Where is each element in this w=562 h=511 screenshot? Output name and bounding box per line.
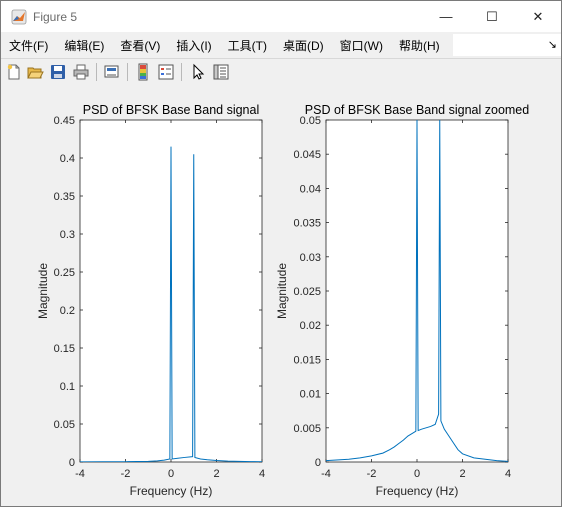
link-plot-icon[interactable] bbox=[103, 63, 121, 81]
figure-canvas: -4 -2 0 2 4 0 0.05 0.1 0.15 0.2 0.25 0.3 0.35 0.4 0.45… bbox=[1, 86, 561, 506]
plot1-y-tick-label: 0 bbox=[69, 457, 75, 469]
plot1-x-tick-label: -2 bbox=[121, 468, 131, 480]
plot2-y-tick-label: 0.035 bbox=[293, 218, 321, 230]
menu-desktop[interactable]: 桌面(D) bbox=[275, 37, 332, 54]
menu-window[interactable]: 窗口(W) bbox=[332, 37, 391, 54]
window-title: Figure 5 bbox=[33, 10, 77, 24]
maximize-icon: ☐ bbox=[486, 9, 498, 25]
matlab-logo-icon bbox=[11, 9, 27, 25]
menu-view[interactable]: 查看(V) bbox=[112, 37, 168, 54]
title-bar[interactable]: Figure 5 — ☐ ✕ bbox=[1, 1, 561, 32]
plot2-x-tick-label: 4 bbox=[505, 468, 511, 480]
figure-window: Figure 5 — ☐ ✕ 文件(F) 编辑(E) 查看(V) 插入(I) 工… bbox=[0, 0, 562, 507]
plot1-y-tick-label: 0.15 bbox=[54, 343, 75, 355]
plot1-x-tick-label: 0 bbox=[168, 468, 174, 480]
plot1-x-tick-label: -4 bbox=[75, 468, 85, 480]
plot1-x-tick-label: 4 bbox=[259, 468, 265, 480]
print-icon[interactable] bbox=[72, 63, 90, 81]
menu-file[interactable]: 文件(F) bbox=[1, 37, 56, 54]
plot2-x-axis-label: Frequency (Hz) bbox=[376, 484, 459, 498]
property-inspector-icon[interactable] bbox=[212, 63, 230, 81]
plot2-y-tick-label: 0.015 bbox=[293, 354, 321, 366]
plot1-title: PSD of BFSK Base Band signal bbox=[83, 103, 259, 117]
figure-toolbar bbox=[1, 58, 561, 87]
menu-help[interactable]: 帮助(H) bbox=[391, 37, 448, 54]
menu-overflow-arrow-icon[interactable]: ↘ bbox=[548, 38, 557, 51]
plot2-y-tick-label: 0.02 bbox=[300, 320, 321, 332]
edit-plot-cursor-icon[interactable] bbox=[189, 63, 207, 81]
toolbar-separator bbox=[127, 63, 128, 81]
menu-tools[interactable]: 工具(T) bbox=[220, 37, 275, 54]
plot2-y-tick-label: 0.04 bbox=[300, 183, 321, 195]
plot1-y-tick-label: 0.1 bbox=[60, 381, 75, 393]
plot2-x-tick-label: 0 bbox=[414, 468, 420, 480]
plot2-y-tick-label: 0.045 bbox=[293, 149, 321, 161]
plot2-y-tick-label: 0.03 bbox=[300, 252, 321, 264]
plots-svg: -4 -2 0 2 4 0 0.05 0.1 0.15 0.2 0.25 0.3 0.35 0.4 0.45… bbox=[1, 86, 561, 506]
new-figure-icon[interactable] bbox=[5, 63, 23, 81]
plot1-x-tick-label: 2 bbox=[213, 468, 219, 480]
minimize-button[interactable]: — bbox=[423, 1, 469, 32]
plot1-y-tick-label: 0.45 bbox=[54, 115, 75, 127]
plot1-y-axis-label: Magnitude bbox=[36, 263, 50, 319]
maximize-button[interactable]: ☐ bbox=[469, 1, 515, 32]
minimize-icon: — bbox=[440, 9, 453, 24]
menu-insert[interactable]: 插入(I) bbox=[168, 37, 219, 54]
plot2-title: PSD of BFSK Base Band signal zoomed bbox=[305, 103, 529, 117]
insert-legend-icon[interactable] bbox=[157, 63, 175, 81]
save-icon[interactable] bbox=[49, 63, 67, 81]
plot2-y-tick-label: 0.005 bbox=[293, 423, 321, 435]
toolbar-separator bbox=[181, 63, 182, 81]
menu-bar: 文件(F) 编辑(E) 查看(V) 插入(I) 工具(T) 桌面(D) 窗口(W… bbox=[1, 32, 561, 58]
plot1-y-tick-label: 0.2 bbox=[60, 305, 75, 317]
plot2-y-axis-label: Magnitude bbox=[275, 263, 289, 319]
plot1-y-tick-label: 0.05 bbox=[54, 419, 75, 431]
menu-edit[interactable]: 编辑(E) bbox=[56, 37, 112, 54]
plot1-y-tick-label: 0.4 bbox=[60, 153, 75, 165]
plot1-x-axis-label: Frequency (Hz) bbox=[130, 484, 213, 498]
plot1-y-tick-label: 0.35 bbox=[54, 191, 75, 203]
open-file-icon[interactable] bbox=[26, 63, 44, 81]
toolbar-separator bbox=[96, 63, 97, 81]
plot1-y-tick-label: 0.25 bbox=[54, 267, 75, 279]
insert-colorbar-icon[interactable] bbox=[134, 63, 152, 81]
close-button[interactable]: ✕ bbox=[515, 1, 561, 32]
close-icon: ✕ bbox=[533, 9, 544, 25]
menu-overflow-area bbox=[453, 34, 561, 56]
plot2-x-tick-label: -2 bbox=[367, 468, 377, 480]
plot2-y-tick-label: 0 bbox=[315, 457, 321, 469]
plot2-x-tick-label: 2 bbox=[459, 468, 465, 480]
plot1-y-tick-label: 0.3 bbox=[60, 229, 75, 241]
plot2-y-tick-label: 0.025 bbox=[293, 286, 321, 298]
plot2-x-tick-label: -4 bbox=[321, 468, 331, 480]
plot2-y-tick-label: 0.01 bbox=[300, 389, 321, 401]
